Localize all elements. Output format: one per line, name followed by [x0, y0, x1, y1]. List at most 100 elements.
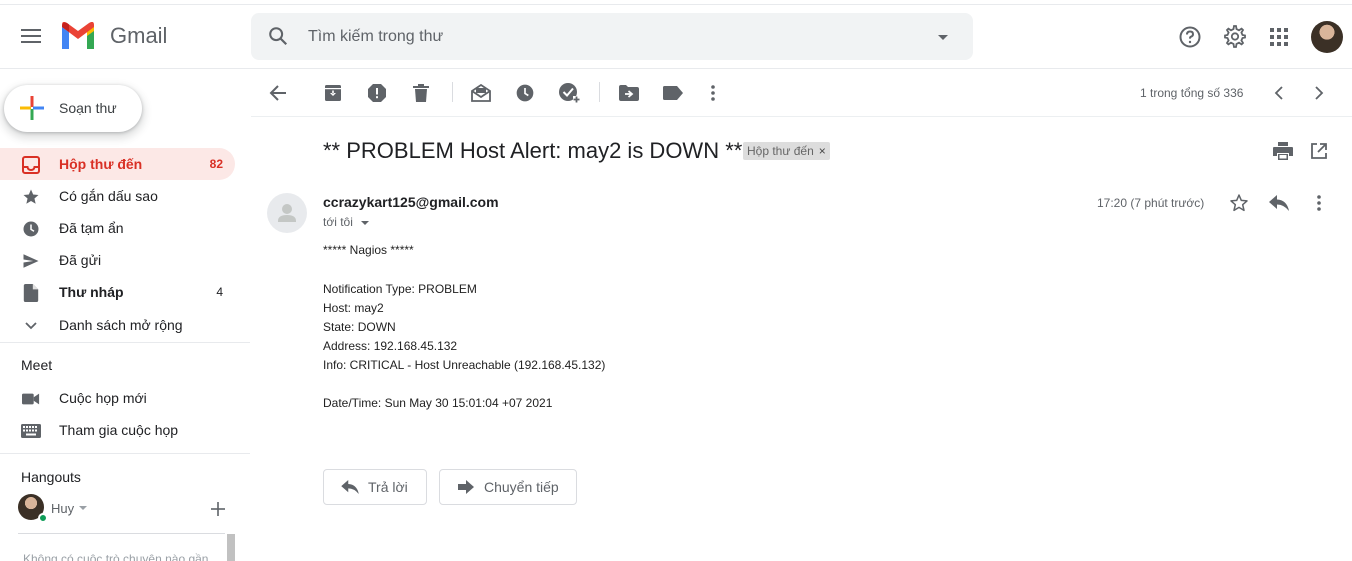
compose-plus-icon [20, 96, 44, 120]
move-to-button[interactable] [617, 81, 641, 105]
drafts-count-badge: 4 [216, 285, 223, 299]
archive-button[interactable] [321, 81, 345, 105]
reply-icon [340, 477, 360, 497]
send-icon [21, 251, 41, 271]
sidebar-item-label: Đã tạm ẩn [59, 220, 124, 236]
star-icon [21, 187, 41, 207]
toolbar-divider-line [251, 116, 1352, 117]
sidebar-item-label: Hộp thư đến [59, 156, 143, 172]
hangouts-status-caret-icon[interactable] [79, 506, 87, 510]
forward-button[interactable]: Chuyển tiếp [439, 469, 577, 505]
trash-icon [413, 84, 429, 102]
sidebar-item-label: Cuộc họp mới [59, 390, 147, 406]
show-details-caret-icon[interactable] [361, 221, 369, 225]
forward-icon [456, 477, 476, 497]
apps-grid-icon [1270, 28, 1288, 46]
reply-icon [1269, 195, 1289, 211]
sidebar-item-label: Đã gửi [59, 252, 102, 268]
mark-unread-button[interactable] [469, 81, 493, 105]
sidebar-scrollbar[interactable] [227, 534, 235, 561]
gear-icon [1224, 25, 1246, 48]
inbox-label-chip[interactable]: Hộp thư đến × [743, 142, 830, 160]
inbox-icon [21, 155, 41, 175]
labels-button[interactable] [661, 81, 685, 105]
gmail-m-icon [62, 22, 94, 49]
label-chip-text: Hộp thư đến [747, 144, 814, 158]
archive-icon [325, 85, 341, 101]
unread-count-badge: 82 [209, 157, 223, 171]
app-name: Gmail [110, 22, 168, 48]
search-bar[interactable]: Tìm kiếm trong thư [251, 13, 973, 60]
arrow-back-icon [269, 85, 286, 101]
sidebar-item-inbox[interactable]: Hộp thư đến 82 [0, 148, 235, 180]
sidebar-item-label: Tham gia cuộc họp [59, 422, 179, 438]
reply-button[interactable]: Trả lời [323, 469, 427, 505]
open-new-window-button[interactable] [1307, 139, 1331, 163]
older-button[interactable] [1307, 81, 1331, 105]
mark-unread-icon [471, 84, 491, 102]
add-to-tasks-button[interactable] [557, 81, 581, 105]
remove-label-icon[interactable]: × [819, 144, 826, 158]
hangouts-user[interactable] [18, 494, 48, 523]
newer-button[interactable] [1267, 81, 1291, 105]
sidebar-item-snoozed[interactable]: Đã tạm ẩn [0, 212, 235, 244]
delete-button[interactable] [409, 81, 433, 105]
draft-icon [21, 283, 41, 303]
sidebar-item-more[interactable]: Danh sách mở rộng [0, 309, 235, 341]
settings-button[interactable] [1219, 21, 1251, 53]
star-message-button[interactable] [1227, 191, 1251, 215]
sidebar-item-join-meeting[interactable]: Tham gia cuộc họp [0, 414, 235, 446]
forward-label: Chuyển tiếp [484, 479, 559, 495]
add-chat-plus-icon[interactable] [209, 500, 227, 518]
apps-button[interactable] [1263, 21, 1295, 53]
message-body-line: Address: 192.168.45.132 [323, 339, 458, 353]
add-task-icon [559, 83, 580, 103]
search-options-caret-icon[interactable] [933, 27, 953, 52]
message-subject: ** PROBLEM Host Alert: may2 is DOWN ** [323, 138, 743, 163]
video-icon [21, 389, 41, 409]
message-body-line: ***** Nagios ***** [323, 243, 414, 257]
keyboard-icon [21, 421, 41, 441]
compose-button[interactable]: Soạn thư [4, 85, 142, 132]
sidebar-item-label: Thư nháp [59, 284, 124, 300]
back-button[interactable] [266, 81, 290, 105]
compose-label: Soạn thư [59, 100, 117, 116]
sidebar-item-sent[interactable]: Đã gửi [0, 244, 235, 276]
snooze-button[interactable] [513, 81, 537, 105]
chevron-down-icon [21, 316, 41, 336]
sender-avatar[interactable] [267, 193, 307, 233]
pagination-text: 1 trong tổng số 336 [1140, 86, 1244, 100]
gmail-logo[interactable]: Gmail [60, 22, 167, 49]
sidebar-item-drafts[interactable]: Thư nháp 4 [0, 276, 235, 308]
person-icon [278, 204, 296, 222]
more-options-button[interactable] [701, 81, 725, 105]
star-outline-icon [1230, 194, 1248, 212]
print-button[interactable] [1271, 139, 1295, 163]
message-more-button[interactable] [1307, 191, 1331, 215]
reply-label: Trả lời [368, 479, 408, 495]
reply-icon-button[interactable] [1267, 191, 1291, 215]
search-icon[interactable] [267, 25, 289, 52]
header: Gmail Tìm kiếm trong thư [0, 5, 1352, 69]
sidebar-item-new-meeting[interactable]: Cuộc họp mới [0, 382, 235, 414]
hangouts-empty-note: Không có cuộc trò chuyện nào gần [23, 552, 209, 561]
help-button[interactable] [1174, 21, 1206, 53]
sender-email[interactable]: ccrazykart125@gmail.com [323, 194, 499, 210]
main-menu-button[interactable] [14, 19, 48, 53]
meet-section-title: Meet [21, 357, 53, 373]
message-body-line: Host: may2 [323, 301, 384, 315]
search-input[interactable]: Tìm kiếm trong thư [308, 28, 443, 46]
report-spam-button[interactable] [365, 81, 389, 105]
message-body-line: State: DOWN [323, 320, 396, 334]
sidebar-item-starred[interactable]: Có gắn dấu sao [0, 180, 235, 212]
sidebar-item-label: Có gắn dấu sao [59, 188, 158, 204]
hangouts-avatar [18, 494, 48, 523]
recipient-summary: tới tôi [323, 215, 353, 229]
account-avatar[interactable] [1311, 21, 1343, 53]
hangouts-user-name[interactable]: Huy [51, 501, 74, 516]
clock-icon [21, 219, 41, 239]
toolbar-divider [599, 82, 600, 102]
online-status-dot [38, 513, 48, 523]
sidebar-divider [0, 342, 250, 343]
label-icon [663, 86, 683, 100]
